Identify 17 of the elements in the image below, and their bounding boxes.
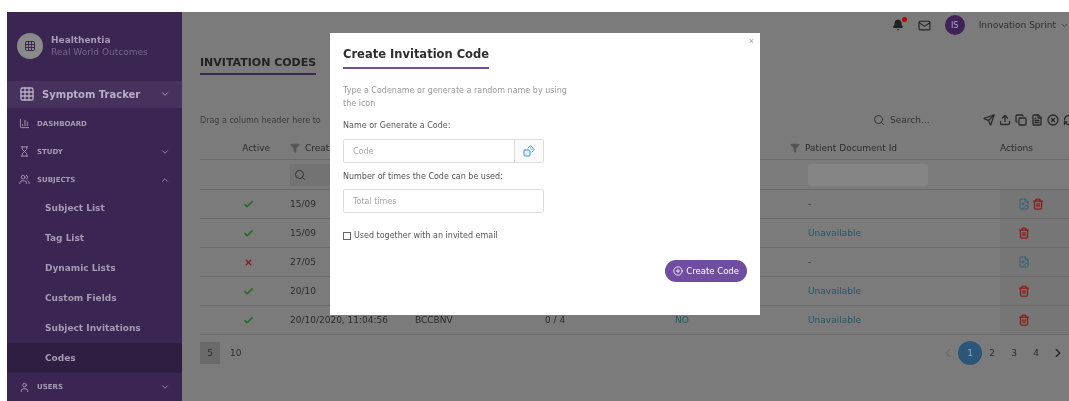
brand-tagline: Real World Outcomes [51, 47, 148, 58]
table-cell: NO [675, 315, 689, 325]
table-cell: 15/09 [290, 199, 316, 209]
modal-description: Type a Codename or generate a random name by using the icon [343, 85, 568, 110]
table-cell: 20/10 [290, 286, 316, 296]
field-label: Name or Generate a Code: [343, 121, 452, 130]
table-cell: 27/05 [290, 257, 316, 267]
field-label: Number of times the Code can be used: [343, 172, 504, 181]
table-cell: 0 / 4 [545, 315, 566, 325]
table-cell: BCCBNV [415, 315, 453, 325]
table-cell-text: - [807, 257, 812, 267]
page-title: INVITATION CODES [200, 56, 317, 75]
brand-name: Healthentia [51, 35, 112, 46]
table-cell: 20/10/2020, 11:04:56 [290, 315, 388, 325]
table-cell-text: - [807, 199, 812, 209]
modal-title: Create Invitation Code [343, 47, 490, 69]
table-cell: 15/09 [290, 228, 316, 238]
